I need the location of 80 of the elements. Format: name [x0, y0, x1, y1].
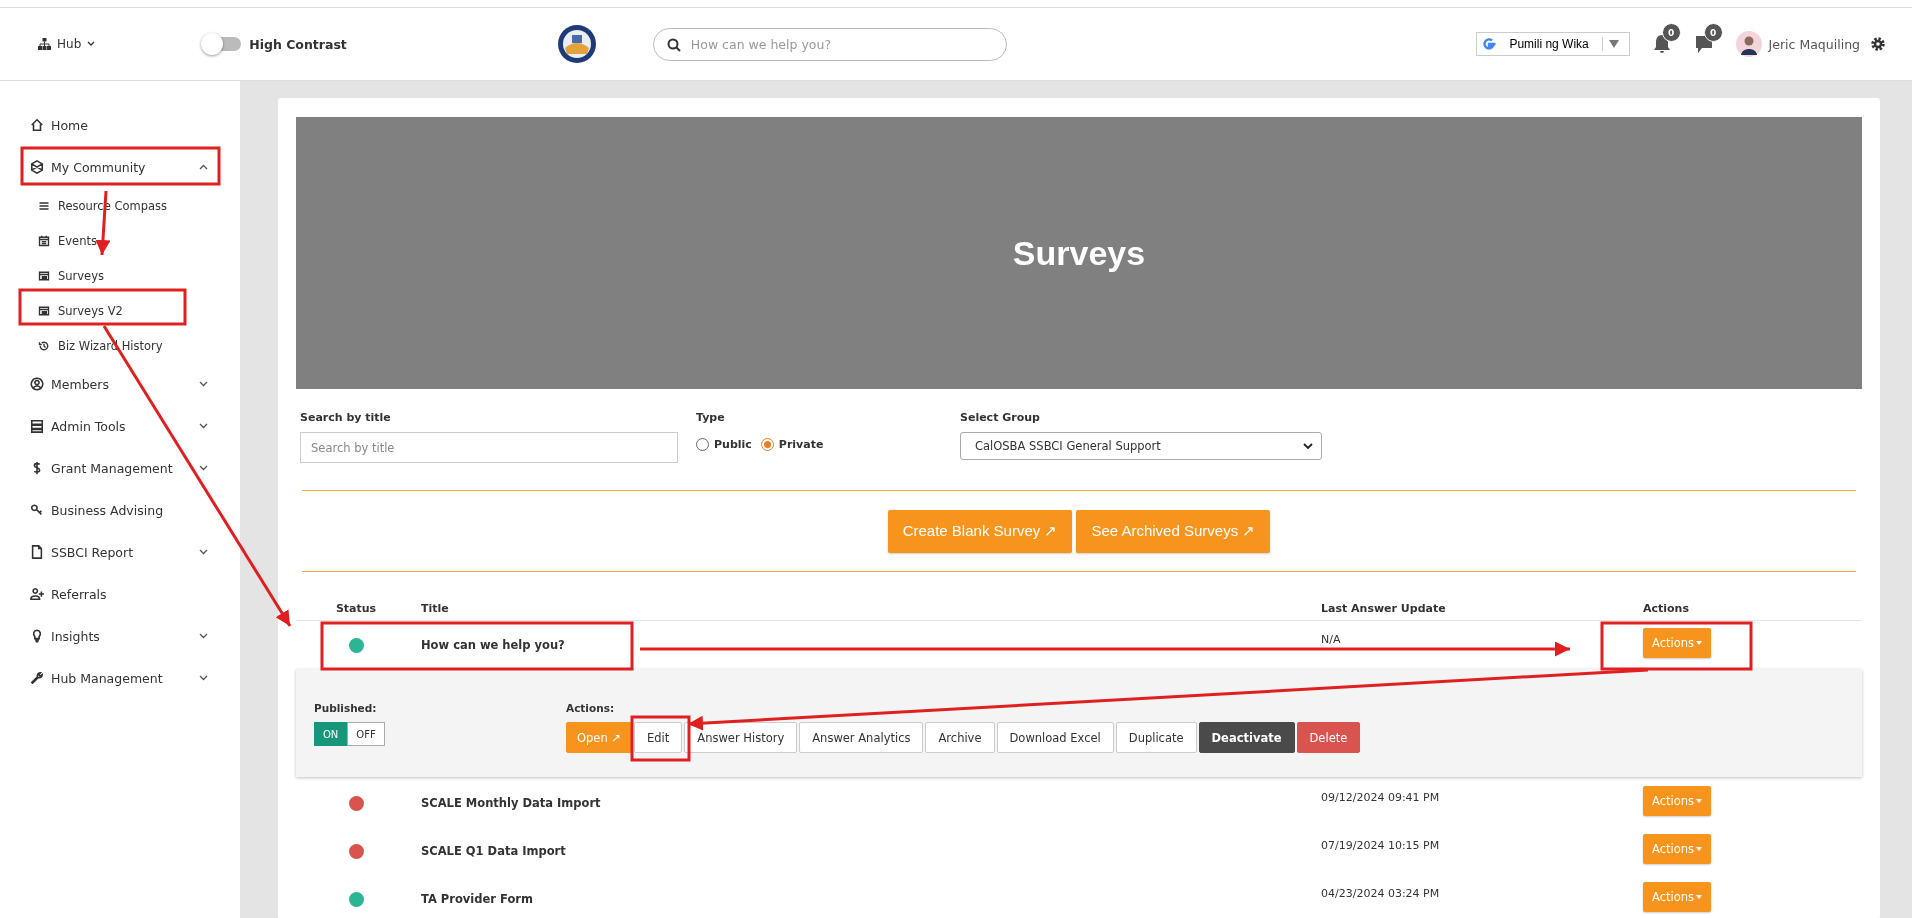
field-label: Select Group — [960, 411, 1041, 424]
sidebar-icon — [30, 118, 44, 132]
sidebar-icon — [30, 671, 44, 685]
survey-title: How can we help you? — [420, 638, 566, 652]
action-button[interactable]: Deactivate — [1198, 722, 1295, 753]
column-header: Status — [334, 601, 378, 615]
sidebar-item[interactable]: Grant Management — [0, 447, 240, 489]
sidebar-item[interactable]: Referrals — [0, 573, 240, 615]
caret-icon — [1696, 799, 1702, 803]
table-cell-text: 07/19/2024 10:15 PM — [1320, 838, 1441, 852]
user-name[interactable]: Jeric Maquiling — [1768, 36, 1860, 52]
hub-menu[interactable]: Hub — [38, 37, 96, 51]
action-button[interactable]: Delete — [1296, 722, 1361, 753]
column-header: Title — [420, 601, 450, 615]
sidebar-item[interactable]: Business Advising — [0, 489, 240, 531]
caret-icon — [1696, 847, 1702, 851]
column-header: Last Answer Update — [1320, 601, 1447, 615]
field-label: Search by title — [300, 411, 392, 424]
toggle-label: High Contrast — [249, 36, 347, 52]
avatar-icon[interactable] — [1735, 31, 1762, 57]
toggle-option[interactable]: OFF — [347, 722, 385, 746]
sidebar-item[interactable]: Hub Management — [0, 657, 240, 699]
sidebar-item[interactable]: Home — [0, 104, 240, 146]
sidebar-icon — [38, 304, 50, 317]
sidebar-icon — [30, 419, 44, 433]
caret-icon — [1608, 40, 1619, 48]
survey-title: SCALE Monthly Data Import — [420, 796, 602, 810]
search-field[interactable]: How can we help you? — [652, 27, 1007, 61]
sidebar-icon — [30, 503, 44, 517]
caret-icon — [1696, 641, 1702, 645]
sidebar-item[interactable]: Insights — [0, 615, 240, 657]
search-icon — [666, 37, 681, 52]
action-button[interactable]: Answer Analytics — [799, 722, 924, 753]
field-label: Actions: — [566, 702, 616, 714]
chevron-down-icon — [87, 41, 96, 47]
sidebar-subitem[interactable]: Surveys — [0, 258, 240, 293]
table-cell-text: N/A — [1320, 632, 1342, 646]
action-button[interactable]: Duplicate — [1115, 722, 1197, 753]
table-cell-text: 09/12/2024 09:41 PM — [1320, 790, 1441, 804]
message-count: 0 — [1703, 23, 1723, 42]
survey-title: SCALE Q1 Data Import — [420, 844, 567, 858]
survey-title: TA Provider Form — [420, 892, 534, 906]
sidebar-icon — [38, 269, 50, 282]
sidebar-item[interactable]: SSBCI Report — [0, 531, 240, 573]
sidebar-item[interactable]: My Community — [0, 146, 240, 188]
sitemap-icon — [38, 38, 51, 50]
settings-icon[interactable] — [1870, 36, 1886, 52]
language-dropdown[interactable]: Pumili ng Wika — [1475, 32, 1630, 56]
action-button[interactable]: Edit — [634, 722, 683, 753]
chevron-down-icon — [1303, 442, 1313, 450]
sidebar-icon — [38, 339, 50, 352]
field-label: Type — [696, 411, 726, 424]
radio-label: Public — [714, 438, 752, 451]
g-logo-icon — [1480, 36, 1497, 52]
sidebar-icon — [38, 199, 50, 212]
action-button[interactable]: Archive — [925, 722, 995, 753]
table-cell-text: 04/23/2024 03:24 PM — [1320, 886, 1441, 900]
sidebar-item[interactable]: Members — [0, 363, 240, 405]
radio-label: Private — [778, 438, 824, 451]
action-button[interactable]: Download Excel — [996, 722, 1114, 753]
notification-count: 0 — [1661, 23, 1681, 42]
sidebar-icon — [38, 234, 50, 247]
group-select[interactable]: CalOSBA SSBCI General Support — [960, 432, 1322, 460]
sidebar-icon — [30, 629, 44, 643]
sidebar-icon — [30, 587, 44, 601]
sidebar-icon — [30, 160, 44, 174]
sidebar-icon — [30, 377, 44, 391]
seal-logo — [556, 24, 597, 64]
toggle-option[interactable]: ON — [314, 722, 348, 746]
action-button[interactable]: Answer History — [684, 722, 798, 753]
column-header: Actions — [1642, 601, 1690, 615]
caret-icon — [1696, 895, 1702, 899]
annotation-box — [630, 715, 691, 762]
sidebar-icon — [30, 545, 44, 559]
sidebar-subitem[interactable]: Surveys V2 — [0, 293, 240, 328]
search-field[interactable]: Search by title — [300, 432, 678, 463]
sidebar-subitem[interactable]: Events — [0, 223, 240, 258]
field-label: Published: — [314, 702, 378, 714]
banner-title: Surveys — [1012, 233, 1146, 273]
sidebar-item[interactable]: Admin Tools — [0, 405, 240, 447]
